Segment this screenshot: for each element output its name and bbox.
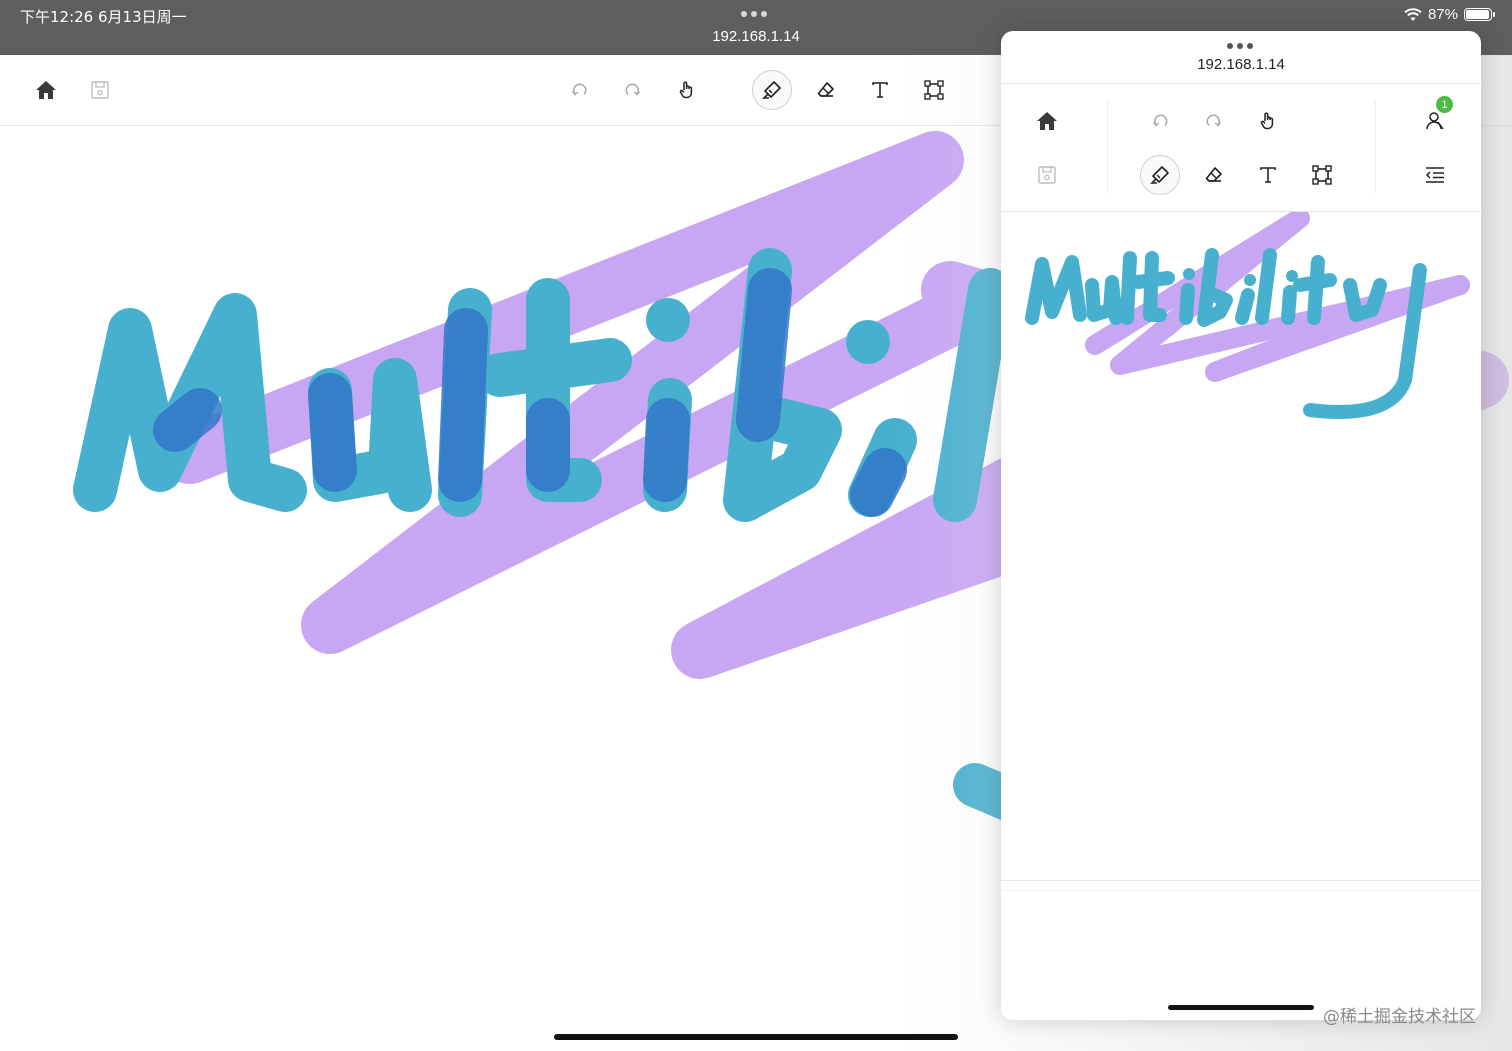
outdent-menu-icon — [1425, 167, 1444, 183]
panel-footer-divider — [1001, 890, 1481, 891]
teal-letter-l — [1120, 251, 1137, 325]
users-icon — [1426, 112, 1444, 130]
redo-icon — [625, 83, 641, 96]
panel-home-indicator[interactable] — [1168, 1005, 1314, 1010]
highlighter-icon — [1150, 166, 1169, 184]
status-time-date: 下午12:26 6月13日周一 — [20, 8, 187, 26]
teal-letter-i2 — [1235, 288, 1255, 325]
eraser-button[interactable] — [806, 70, 846, 110]
undo-button[interactable] — [559, 70, 599, 110]
teal-dot-i2 — [1244, 274, 1256, 286]
teal-dot-i — [1183, 268, 1195, 280]
panel-pointer-button[interactable] — [1248, 101, 1288, 141]
teal-letter-i3 — [1281, 285, 1297, 325]
panel-separator — [1107, 101, 1108, 193]
panel-undo-button[interactable] — [1140, 101, 1180, 141]
panel-menu-button[interactable] — [1415, 155, 1455, 195]
battery-percent: 87% — [1427, 6, 1458, 23]
select-frame-button[interactable] — [914, 70, 954, 110]
redo-icon — [1206, 114, 1222, 127]
panel-highlighter-button[interactable] — [1140, 155, 1180, 195]
status-indicators: 87% — [1404, 6, 1495, 23]
panel-multitasking-dots[interactable] — [1227, 43, 1253, 49]
overlap-stroke — [643, 398, 690, 502]
pointer-hand-icon — [1260, 112, 1274, 130]
panel-select-frame-button[interactable] — [1302, 155, 1342, 195]
overlap-stroke — [850, 448, 907, 517]
home-icon — [36, 81, 56, 99]
overlap-stroke — [736, 268, 792, 442]
text-button[interactable] — [860, 70, 900, 110]
panel-save-button[interactable] — [1027, 155, 1067, 195]
panel-footer-divider — [1001, 880, 1481, 881]
redo-button[interactable] — [613, 70, 653, 110]
panel-url: 192.168.1.14 — [1197, 56, 1285, 73]
slide-over-panel: 192.168.1.14 1 — [1001, 31, 1481, 1020]
multitasking-dots[interactable] — [741, 11, 767, 17]
text-icon — [872, 82, 888, 98]
teal-letter-u — [1085, 275, 1123, 325]
home-icon — [1037, 112, 1057, 130]
panel-eraser-button[interactable] — [1194, 155, 1234, 195]
overlap-stroke — [438, 308, 488, 502]
teal-dot-i3 — [1286, 270, 1298, 282]
watermark-text: @稀土掘金技术社区 — [1323, 1007, 1476, 1027]
highlighter-button[interactable] — [752, 70, 792, 110]
battery-level — [1466, 10, 1489, 19]
eraser-icon — [1205, 167, 1222, 182]
teal-dot-i — [646, 298, 690, 342]
highlighter-icon — [762, 81, 781, 99]
panel-drawing-canvas[interactable] — [1001, 212, 1481, 880]
save-icon — [1038, 166, 1056, 184]
text-icon — [1260, 167, 1276, 183]
save-button[interactable] — [80, 70, 120, 110]
overlap-stroke — [153, 388, 222, 452]
pointer-button[interactable] — [667, 70, 707, 110]
undo-icon — [571, 83, 587, 96]
pointer-hand-icon — [679, 81, 693, 99]
panel-redo-button[interactable] — [1194, 101, 1234, 141]
collaborator-count-badge: 1 — [1436, 96, 1453, 113]
overlap-stroke — [308, 373, 357, 492]
teal-letter-M — [1025, 255, 1087, 325]
save-icon — [91, 81, 109, 99]
teal-letter-i — [1179, 283, 1195, 325]
battery-icon — [1464, 8, 1495, 21]
panel-handwriting-drawing — [1025, 212, 1470, 419]
panel-separator — [1375, 101, 1376, 193]
undo-icon — [1152, 114, 1168, 127]
panel-text-button[interactable] — [1248, 155, 1288, 195]
panel-divider — [1001, 83, 1481, 84]
select-frame-icon — [924, 80, 944, 100]
wifi-icon — [1404, 7, 1422, 21]
home-button[interactable] — [26, 70, 66, 110]
select-frame-icon — [1312, 165, 1332, 185]
panel-home-button[interactable] — [1027, 101, 1067, 141]
home-indicator[interactable] — [554, 1034, 958, 1040]
teal-letter-l2 — [1255, 248, 1277, 325]
teal-dot-i2 — [846, 320, 890, 364]
eraser-icon — [817, 82, 834, 97]
